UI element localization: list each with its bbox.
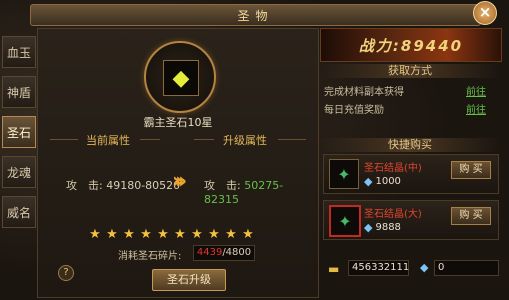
star-icon: ★ (123, 227, 135, 242)
buy-button[interactable]: 购 买 (451, 207, 491, 225)
attack-label: 攻 击: (66, 179, 103, 192)
item-name: 圣石结晶(中) (364, 163, 422, 174)
star-icon: ★ (140, 227, 152, 242)
quick-buy-header: 快捷购买 (320, 138, 500, 152)
gold-ingot-icon: ▬ (328, 262, 340, 276)
item-price: ◆ 9888 (364, 221, 401, 234)
divider (50, 139, 78, 140)
divider (194, 139, 214, 140)
star-icon: ★ (106, 227, 118, 242)
shop-item: ✦ 圣石结晶(中) ◆ 1000 购 买 (323, 154, 499, 194)
upgrade-attack: 攻 击: 50275-82315 (204, 177, 318, 206)
obtain-row-text: 每日充值奖励 (324, 105, 384, 116)
item-price: ◆ 1000 (364, 175, 401, 188)
upgrade-stone-button[interactable]: 圣石升级 (152, 269, 226, 291)
combat-power: 战力:89440 (320, 28, 502, 62)
attack-label: 攻 击: (204, 179, 241, 192)
star-rating: ★ ★ ★ ★ ★ ★ ★ ★ ★ ★ (88, 227, 255, 242)
obtain-header: 获取方式 (320, 64, 500, 78)
cost-label: 消耗圣石碎片: (118, 251, 182, 262)
current-attack: 攻 击: 49180-80520 (66, 177, 180, 193)
currency-bar: ▬ 456332111 ◆ 0 (324, 258, 499, 278)
divider (278, 139, 306, 140)
star-icon: ★ (242, 227, 254, 242)
crystal-icon[interactable]: ✦ (329, 205, 361, 237)
star-icon: ★ (208, 227, 220, 242)
relic-window: 圣物 × 血玉 神盾 圣石 龙魂 威名 ◆ 霸主圣石10星 当前属性 升级属性 … (0, 0, 509, 300)
upgrade-arrow-icon: ››› (172, 169, 187, 194)
diamond-icon: ◆ (364, 221, 373, 234)
obtain-row-text: 完成材料副本获得 (324, 87, 404, 98)
crystal-icon[interactable]: ✦ (329, 159, 359, 189)
cost-need: /4800 (222, 247, 252, 258)
current-attr-label: 当前属性 (86, 134, 130, 147)
star-icon: ★ (157, 227, 169, 242)
tab-holy-stone[interactable]: 圣石 (2, 116, 36, 148)
diamond-amount: 0 (434, 260, 499, 276)
goto-link[interactable]: 前往 (466, 83, 486, 98)
tab-dragon-soul[interactable]: 龙魂 (2, 156, 36, 188)
divider (140, 139, 160, 140)
cost-box: 4439/4800 (193, 245, 255, 261)
side-tabs: 血玉 神盾 圣石 龙魂 威名 (2, 36, 36, 236)
stone-panel: ◆ 霸主圣石10星 当前属性 升级属性 攻 击: 49180-80520 ›››… (37, 28, 319, 298)
cost-have: 4439 (196, 247, 223, 258)
right-panel: 战力:89440 获取方式 完成材料副本获得 前往 每日充值奖励 前往 快捷购买… (320, 28, 502, 296)
tab-divine-shield[interactable]: 神盾 (2, 76, 36, 108)
holy-stone-icon[interactable]: ◆ (163, 60, 199, 96)
item-name: 圣石结晶(大) (364, 209, 422, 220)
diamond-icon: ◆ (420, 261, 429, 274)
star-icon: ★ (191, 227, 203, 242)
star-icon: ★ (89, 227, 101, 242)
window-title: 圣物 (237, 8, 274, 23)
current-attack-value: 49180-80520 (106, 179, 181, 192)
gold-amount: 456332111 (348, 260, 409, 276)
close-button[interactable]: × (473, 1, 497, 25)
price-value: 9888 (375, 222, 401, 233)
gem-name: 霸主圣石10星 (143, 116, 213, 129)
upgrade-attr-label: 升级属性 (223, 134, 267, 147)
star-icon: ★ (174, 227, 186, 242)
tab-blood-jade[interactable]: 血玉 (2, 36, 36, 68)
diamond-icon: ◆ (364, 175, 373, 188)
goto-link[interactable]: 前往 (466, 101, 486, 116)
star-icon: ★ (225, 227, 237, 242)
tab-prestige[interactable]: 威名 (2, 196, 36, 228)
price-value: 1000 (375, 176, 401, 187)
help-icon[interactable]: ? (58, 265, 74, 281)
buy-button[interactable]: 购 买 (451, 161, 491, 179)
title-bar: 圣物 (30, 4, 481, 26)
gem-frame: ◆ (144, 41, 216, 113)
shop-item: ✦ 圣石结晶(大) ◆ 9888 购 买 (323, 200, 499, 240)
